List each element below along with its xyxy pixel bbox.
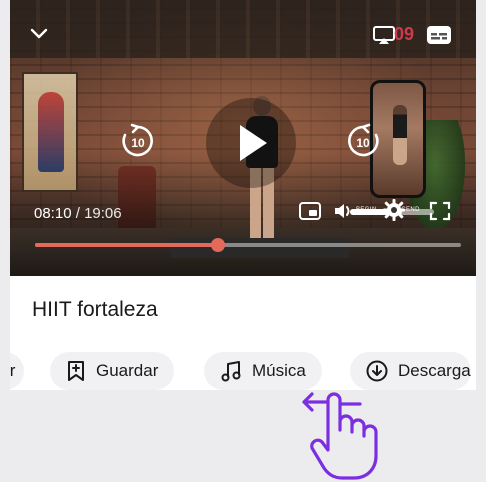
seek-bar[interactable] xyxy=(35,238,461,252)
video-title: HIIT fortaleza xyxy=(32,298,158,321)
play-icon[interactable] xyxy=(226,118,276,168)
fullscreen-icon[interactable] xyxy=(428,200,452,222)
playback-time: 08:10 / 19:06 xyxy=(34,205,122,222)
cast-icon[interactable] xyxy=(372,24,396,46)
action-chip-row[interactable]: ir Guardar Música Descarga xyxy=(10,352,476,390)
partial-action-label: ir xyxy=(10,361,16,380)
save-button[interactable]: Guardar xyxy=(50,352,175,390)
music-note-icon xyxy=(221,361,241,382)
svg-text:10: 10 xyxy=(356,136,370,150)
music-button[interactable]: Música xyxy=(204,352,322,390)
replay-10-icon[interactable]: 10 xyxy=(118,122,158,162)
video-scene-poster xyxy=(22,72,78,192)
bookmark-plus-icon xyxy=(68,361,84,381)
gear-icon[interactable] xyxy=(382,198,406,222)
chevron-down-icon[interactable] xyxy=(26,22,52,46)
total-duration: 19:06 xyxy=(84,205,122,222)
forward-10-icon[interactable]: 10 xyxy=(343,122,383,162)
captions-icon[interactable] xyxy=(426,24,452,46)
time-separator: / xyxy=(75,205,80,222)
seek-bar-played xyxy=(35,243,219,247)
save-button-label: Guardar xyxy=(96,361,159,380)
music-button-label: Música xyxy=(252,361,306,380)
video-scene-chair xyxy=(118,166,156,236)
app-screen: 09 10 10 08:10 / 19:06 BEGIN · · DESCEND xyxy=(10,0,476,390)
video-player[interactable]: 09 10 10 08:10 / 19:06 BEGIN · · DESCEND xyxy=(10,0,476,276)
elapsed-time: 08:10 xyxy=(34,205,72,222)
picture-in-picture-icon[interactable] xyxy=(298,200,322,222)
partial-action-chip[interactable]: ir xyxy=(10,352,24,390)
overlay-number-badge: 09 xyxy=(394,24,415,44)
swipe-left-hand-icon xyxy=(296,386,386,482)
download-icon xyxy=(366,360,388,382)
download-button[interactable]: Descarga xyxy=(350,352,471,390)
svg-text:10: 10 xyxy=(131,136,145,150)
download-button-label: Descarga xyxy=(398,361,471,380)
